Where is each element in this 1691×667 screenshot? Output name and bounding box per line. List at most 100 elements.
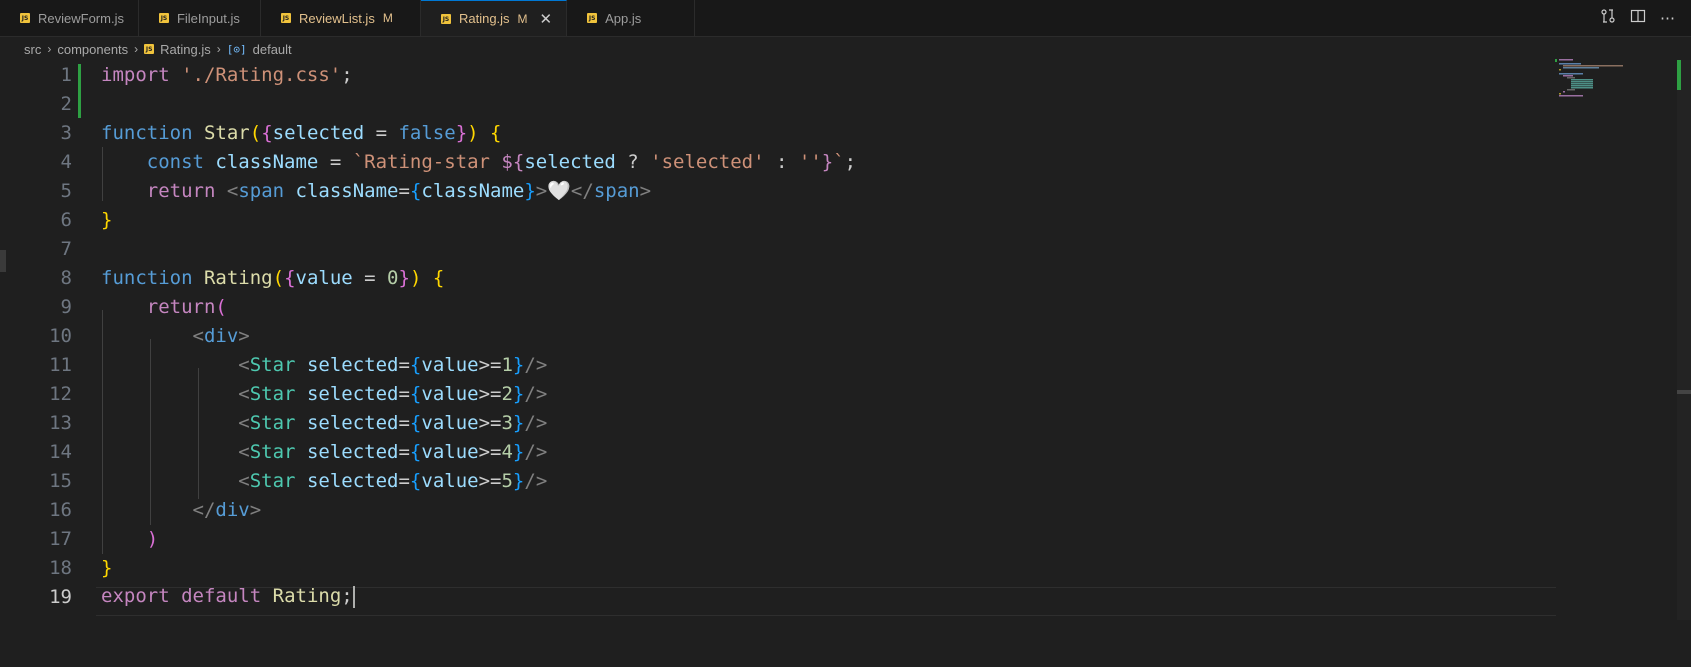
tab-reviewlist[interactable]: JS ReviewList.js M (260, 0, 421, 36)
code-line: 12 <Star selected={value>=2}/> (0, 379, 1560, 408)
close-icon[interactable]: ✕ (540, 10, 553, 28)
line-number: 6 (60, 208, 72, 231)
code-line: 18 } (0, 553, 1560, 582)
code-line: 10 <div> (0, 321, 1560, 350)
code-line: 5 return <span className={className}>🤍</… (0, 176, 1560, 205)
vertical-scrollbar[interactable] (1677, 60, 1691, 620)
line-number: 10 (49, 324, 72, 347)
number: 1 (501, 353, 513, 376)
symbol-variable-icon: [⊙] (226, 42, 247, 56)
modified-indicator: M (382, 11, 393, 25)
line-number: 17 (49, 527, 72, 550)
breadcrumb-item-symbol[interactable]: default (253, 42, 292, 57)
identifier: Rating (272, 585, 342, 608)
jsx-component: Star (249, 411, 296, 434)
code-line: 13 <Star selected={value>=3}/> (0, 408, 1560, 437)
variable: value (421, 353, 479, 376)
number: 5 (501, 469, 513, 492)
javascript-file-icon: JS (20, 13, 30, 23)
string: './Rating.css' (181, 63, 342, 86)
keyword: const (146, 150, 204, 173)
tab-fileinput[interactable]: JS FileInput.js (138, 0, 261, 36)
javascript-file-icon: JS (158, 13, 169, 23)
line-number: 8 (60, 266, 72, 289)
javascript-file-icon: JS (144, 44, 155, 54)
variable: value (421, 469, 479, 492)
line-number: 1 (60, 63, 72, 86)
line-number: 4 (60, 150, 72, 173)
git-added-indicator (1677, 60, 1681, 90)
modified-indicator: M (517, 11, 528, 26)
breadcrumb-item-file[interactable]: Rating.js (160, 42, 211, 57)
parameter: value (295, 266, 353, 289)
editor-tab-bar: JS ReviewForm.js JS FileInput.js JS Revi… (0, 0, 1691, 37)
jsx-component: Star (249, 469, 296, 492)
keyword: return (146, 295, 216, 318)
code-line: 11 <Star selected={value>=1}/> (0, 350, 1560, 379)
compare-changes-icon[interactable] (1600, 8, 1616, 28)
tab-label: ReviewForm.js (38, 10, 124, 26)
tab-rating[interactable]: JS Rating.js M ✕ (420, 0, 568, 36)
code-line: 14 <Star selected={value>=4}/> (0, 437, 1560, 466)
tab-label: Rating.js (458, 11, 510, 26)
text-cursor (352, 585, 355, 608)
line-number: 12 (49, 382, 72, 405)
literal: false (398, 121, 456, 144)
javascript-file-icon: JS (280, 13, 291, 23)
jsx-tag: div (215, 498, 250, 521)
jsx-tag: div (203, 324, 239, 347)
jsx-attribute: selected (306, 382, 399, 405)
jsx-tag: span (593, 180, 640, 202)
keyword: import (101, 63, 170, 86)
breadcrumb-item-src[interactable]: src (24, 42, 41, 57)
breadcrumb: src › components › JS Rating.js › [⊙] de… (24, 38, 292, 60)
keyword: function (101, 121, 193, 144)
tab-app[interactable]: JS App.js (567, 0, 696, 36)
minimap[interactable] (1555, 57, 1675, 107)
line-number: 3 (60, 121, 72, 144)
code-line: 8 function Rating({value = 0}) { (0, 263, 1560, 292)
tab-reviewform[interactable]: JS ReviewForm.js (0, 0, 139, 36)
code-editor[interactable]: 1 import './Rating.css'; 2 3 function St… (0, 60, 1691, 667)
code-line: 9 return( (0, 292, 1560, 321)
code-line: 2 (0, 89, 1560, 118)
code-line: 1 import './Rating.css'; (0, 60, 1560, 89)
scrollbar-thumb[interactable] (1677, 390, 1691, 394)
string: '' (798, 150, 822, 173)
white-heart-emoji: 🤍 (547, 180, 571, 202)
jsx-component: Star (249, 353, 296, 376)
jsx-attribute: className (295, 180, 399, 202)
keyword: function (101, 266, 193, 289)
number: 4 (501, 440, 513, 463)
parameter: selected (272, 121, 365, 144)
line-number: 2 (60, 92, 72, 115)
breadcrumb-item-components[interactable]: components (57, 42, 128, 57)
chevron-right-icon: › (216, 42, 221, 56)
line-number: 15 (49, 469, 72, 492)
template-string: `Rating-star (352, 150, 502, 173)
number: 3 (501, 411, 513, 434)
jsx-component: Star (249, 382, 296, 405)
line-number: 5 (60, 179, 72, 202)
function-name: Star (203, 121, 250, 144)
split-editor-icon[interactable] (1630, 8, 1646, 28)
tab-label: FileInput.js (176, 10, 240, 26)
keyword: return (146, 180, 216, 202)
number: 2 (501, 382, 513, 405)
line-number: 19 (49, 585, 72, 608)
jsx-tag: span (238, 180, 285, 202)
javascript-file-icon: JS (440, 13, 451, 24)
variable: value (421, 382, 479, 405)
code-line: 19 export default Rating; (0, 582, 1560, 611)
chevron-right-icon: › (47, 42, 52, 56)
code-line: 4 const className = `Rating-star ${selec… (0, 147, 1560, 176)
keyword: export (101, 585, 170, 608)
more-actions-icon[interactable]: ⋯ (1660, 9, 1675, 27)
variable: className (421, 180, 525, 202)
jsx-component: Star (249, 440, 296, 463)
chevron-right-icon: › (134, 42, 139, 56)
line-number: 14 (49, 440, 72, 463)
code-line: 16 </div> (0, 495, 1560, 524)
jsx-attribute: selected (306, 353, 399, 376)
line-number: 18 (49, 556, 72, 579)
